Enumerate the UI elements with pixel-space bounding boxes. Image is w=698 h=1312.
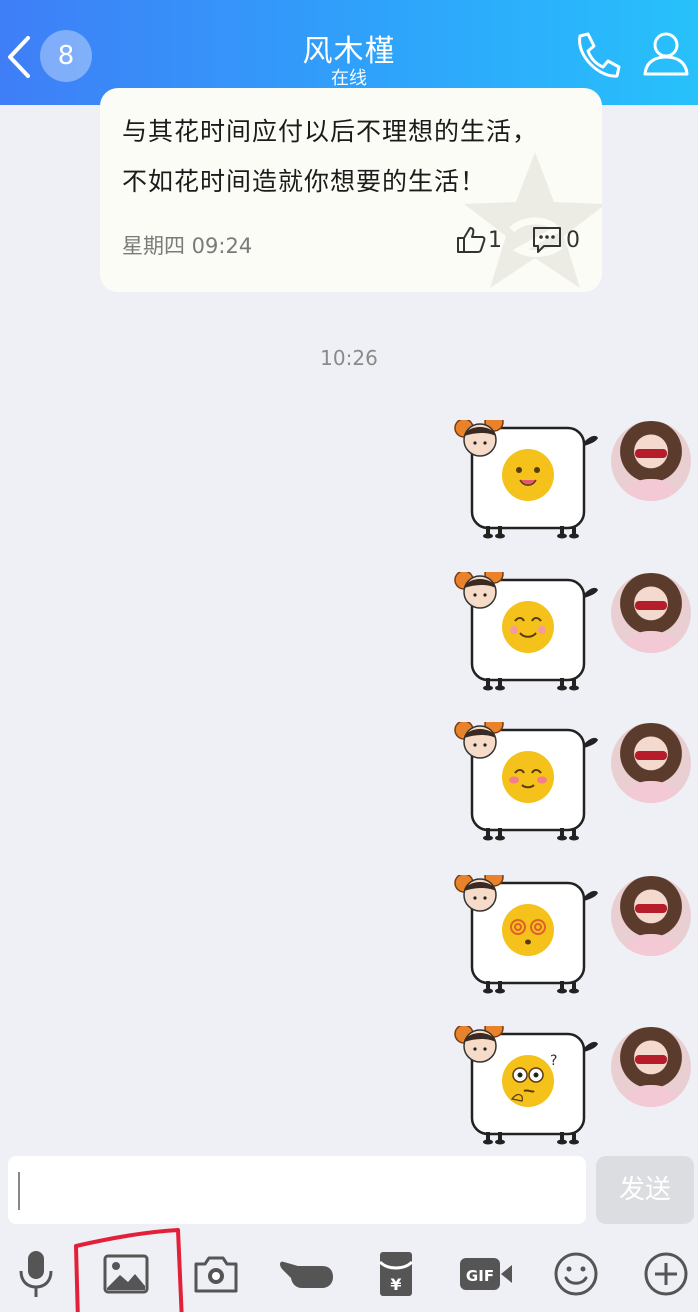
message-time: 星期四 09:24 <box>122 234 253 258</box>
comment-count: 0 <box>566 227 580 253</box>
emoji-button[interactable] <box>548 1246 604 1302</box>
text-caret <box>18 1172 20 1210</box>
like-count: 1 <box>488 227 502 253</box>
sheep-sticker-blush-smile-icon <box>454 714 598 841</box>
plus-icon <box>644 1252 688 1296</box>
avatar-shirt <box>619 479 683 501</box>
sticker-message[interactable] <box>450 714 600 847</box>
sheep-sticker-confused-icon: ? <box>454 1018 598 1145</box>
sunglasses <box>635 601 667 610</box>
person-icon <box>643 32 689 76</box>
sunglasses <box>635 1055 667 1064</box>
thumbs-up-icon <box>457 227 486 253</box>
camera-button[interactable] <box>188 1246 244 1302</box>
user-avatar[interactable] <box>611 421 691 501</box>
sunglasses <box>635 751 667 760</box>
emoji-icon <box>554 1252 598 1296</box>
avatar-shirt <box>619 1085 683 1107</box>
avatar-shirt <box>619 934 683 956</box>
sheep-sticker-smile-icon <box>454 564 598 691</box>
message-card[interactable]: 与其花时间应付以后不理想的生活， 不如花时间造就你想要的生活！ 星期四 09:2… <box>100 88 602 292</box>
send-button[interactable]: 发送 <box>596 1156 694 1224</box>
red-packet-icon: ¥ <box>378 1252 414 1296</box>
poke-button[interactable] <box>278 1246 334 1302</box>
user-avatar[interactable] <box>611 573 691 653</box>
sheep-sticker-tongue-out-icon <box>454 412 598 539</box>
svg-text:?: ? <box>550 1053 557 1069</box>
sunglasses <box>635 904 667 913</box>
sheep-sticker-dizzy-icon <box>454 867 598 994</box>
gif-icon: GIF <box>460 1258 512 1290</box>
user-avatar[interactable] <box>611 1027 691 1107</box>
profile-button[interactable] <box>640 28 692 84</box>
comment-icon <box>533 227 561 253</box>
like-button[interactable]: 1 <box>456 226 502 254</box>
svg-text:GIF: GIF <box>466 1267 494 1285</box>
avatar-shirt <box>619 631 683 653</box>
svg-text:¥: ¥ <box>390 1275 401 1294</box>
sunglasses <box>635 449 667 458</box>
user-avatar[interactable] <box>611 876 691 956</box>
message-input[interactable] <box>8 1156 586 1224</box>
input-toolbar: ¥ GIF <box>0 1236 698 1312</box>
photo-button[interactable] <box>98 1246 154 1302</box>
sticker-message[interactable] <box>450 412 600 545</box>
voice-button[interactable] <box>8 1246 64 1302</box>
red-packet-button[interactable]: ¥ <box>368 1246 424 1302</box>
message-text-line: 不如花时间造就你想要的生活！ <box>122 167 487 196</box>
more-button[interactable] <box>638 1246 694 1302</box>
avatar-shirt <box>619 781 683 803</box>
comment-button[interactable]: 0 <box>532 226 580 254</box>
microphone-icon <box>19 1251 53 1297</box>
sticker-message[interactable] <box>450 867 600 1000</box>
message-text-line: 与其花时间应付以后不理想的生活， <box>122 117 539 146</box>
sticker-message[interactable] <box>450 564 600 697</box>
call-button[interactable] <box>570 30 622 86</box>
user-avatar[interactable] <box>611 723 691 803</box>
image-icon <box>103 1254 149 1294</box>
chat-timestamp: 10:26 <box>320 346 378 370</box>
sticker-message[interactable]: ? <box>450 1018 600 1151</box>
phone-icon <box>578 32 621 78</box>
gif-button[interactable]: GIF <box>458 1246 514 1302</box>
poke-icon <box>280 1261 333 1288</box>
camera-icon <box>194 1256 238 1293</box>
